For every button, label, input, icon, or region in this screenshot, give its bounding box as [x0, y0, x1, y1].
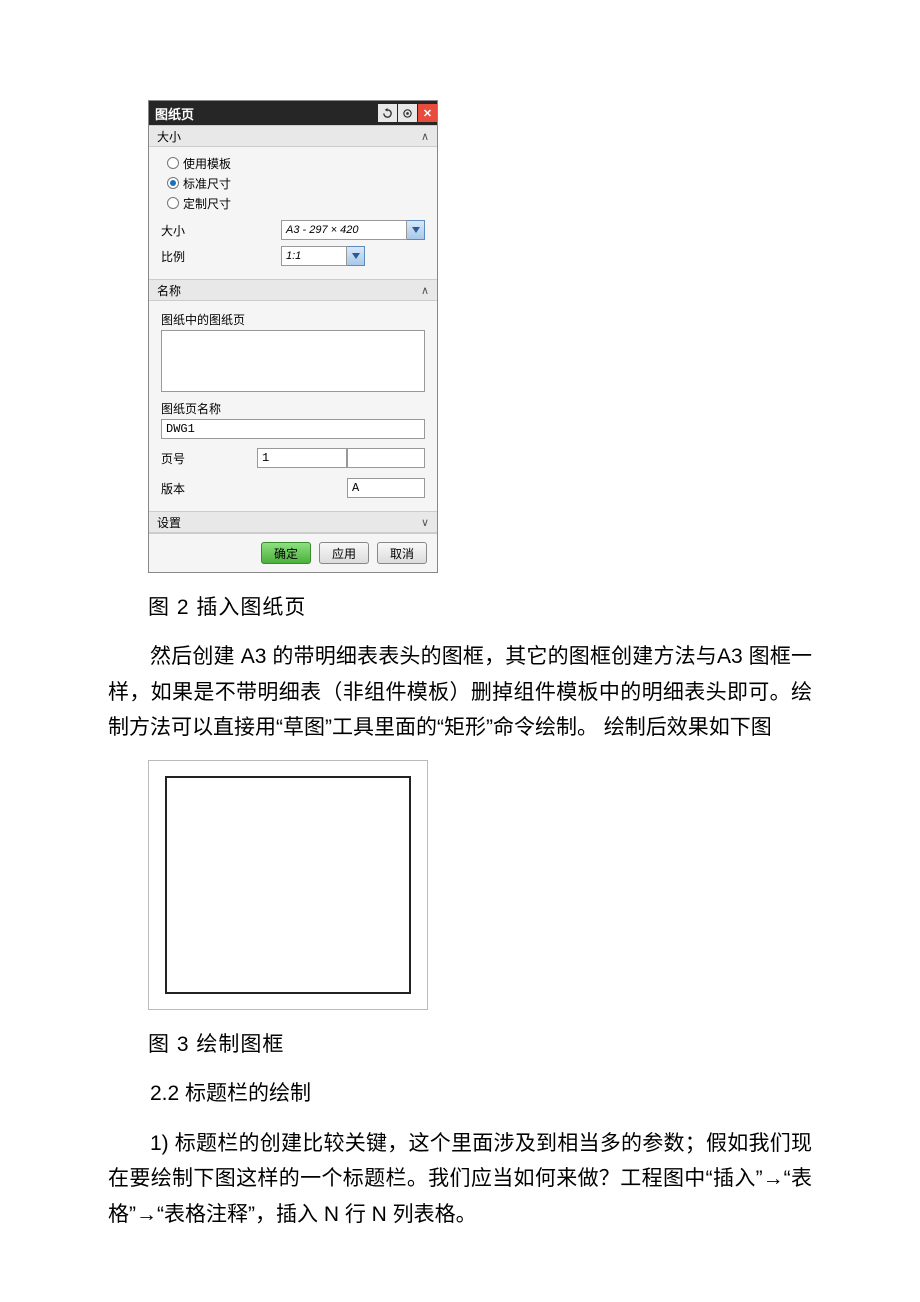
size-dropdown[interactable]: A3 - 297 × 420 — [281, 220, 425, 240]
fig2-caption: 图 2 插入图纸页 — [148, 591, 812, 621]
radio-custom-size[interactable] — [167, 197, 179, 209]
chevron-up-icon: ∧ — [421, 284, 429, 297]
cancel-button[interactable]: 取消 — [377, 542, 427, 564]
section-size-body: 使用模板 标准尺寸 定制尺寸 大小 A3 - 297 × 420 — [149, 147, 437, 279]
dialog-button-bar: 确定 应用 取消 — [149, 533, 437, 572]
heading-2-2: 2.2 标题栏的绘制 — [108, 1076, 812, 1112]
section-name-body: 图纸中的图纸页 图纸页名称 DWG1 页号 1 版本 A — [149, 301, 437, 511]
label-sheets-in-drawing: 图纸中的图纸页 — [161, 311, 425, 328]
label-version: 版本 — [161, 480, 257, 497]
label-size: 大小 — [161, 222, 281, 239]
chevron-down-icon: ∨ — [421, 516, 429, 529]
label-custom-size: 定制尺寸 — [183, 195, 231, 212]
label-scale: 比例 — [161, 248, 281, 265]
dropdown-arrow-icon[interactable] — [407, 220, 425, 240]
page-no-input[interactable]: 1 — [257, 448, 347, 468]
label-page-no: 页号 — [161, 450, 257, 467]
frame-figure — [148, 760, 428, 1010]
ok-button[interactable]: 确定 — [261, 542, 311, 564]
section-name-header[interactable]: 名称 ∧ — [149, 279, 437, 301]
sheet-page-dialog: 图纸页 ✕ 大小 ∧ 使用模板 — [148, 100, 438, 573]
section-settings-header[interactable]: 设置 ∨ — [149, 511, 437, 533]
fig3-caption: 图 3 绘制图框 — [148, 1028, 812, 1058]
refresh-icon[interactable] — [378, 104, 397, 122]
label-sheet-name: 图纸页名称 — [161, 400, 425, 417]
version-input[interactable]: A — [347, 478, 425, 498]
apply-button[interactable]: 应用 — [319, 542, 369, 564]
radio-use-template[interactable] — [167, 157, 179, 169]
page-no-extra-input[interactable] — [347, 448, 425, 468]
sheet-name-input[interactable]: DWG1 — [161, 419, 425, 439]
label-use-template: 使用模板 — [183, 155, 231, 172]
drawing-frame — [165, 776, 411, 994]
paragraph-2: 1) 标题栏的创建比较关键，这个里面涉及到相当多的参数；假如我们现在要绘制下图这… — [108, 1126, 812, 1233]
paragraph-1: 然后创建 A3 的带明细表表头的图框，其它的图框创建方法与A3 图框一样，如果是… — [108, 639, 812, 746]
dialog-title: 图纸页 — [155, 104, 378, 123]
section-size-header[interactable]: 大小 ∧ — [149, 125, 437, 147]
label-standard-size: 标准尺寸 — [183, 175, 231, 192]
radio-standard-size[interactable] — [167, 177, 179, 189]
close-icon[interactable]: ✕ — [418, 104, 437, 122]
dropdown-arrow-icon[interactable] — [347, 246, 365, 266]
settings-icon[interactable] — [398, 104, 417, 122]
scale-dropdown[interactable]: 1:1 — [281, 246, 365, 266]
chevron-up-icon: ∧ — [421, 130, 429, 143]
sheets-listbox[interactable] — [161, 330, 425, 392]
dialog-titlebar: 图纸页 ✕ — [149, 101, 437, 125]
